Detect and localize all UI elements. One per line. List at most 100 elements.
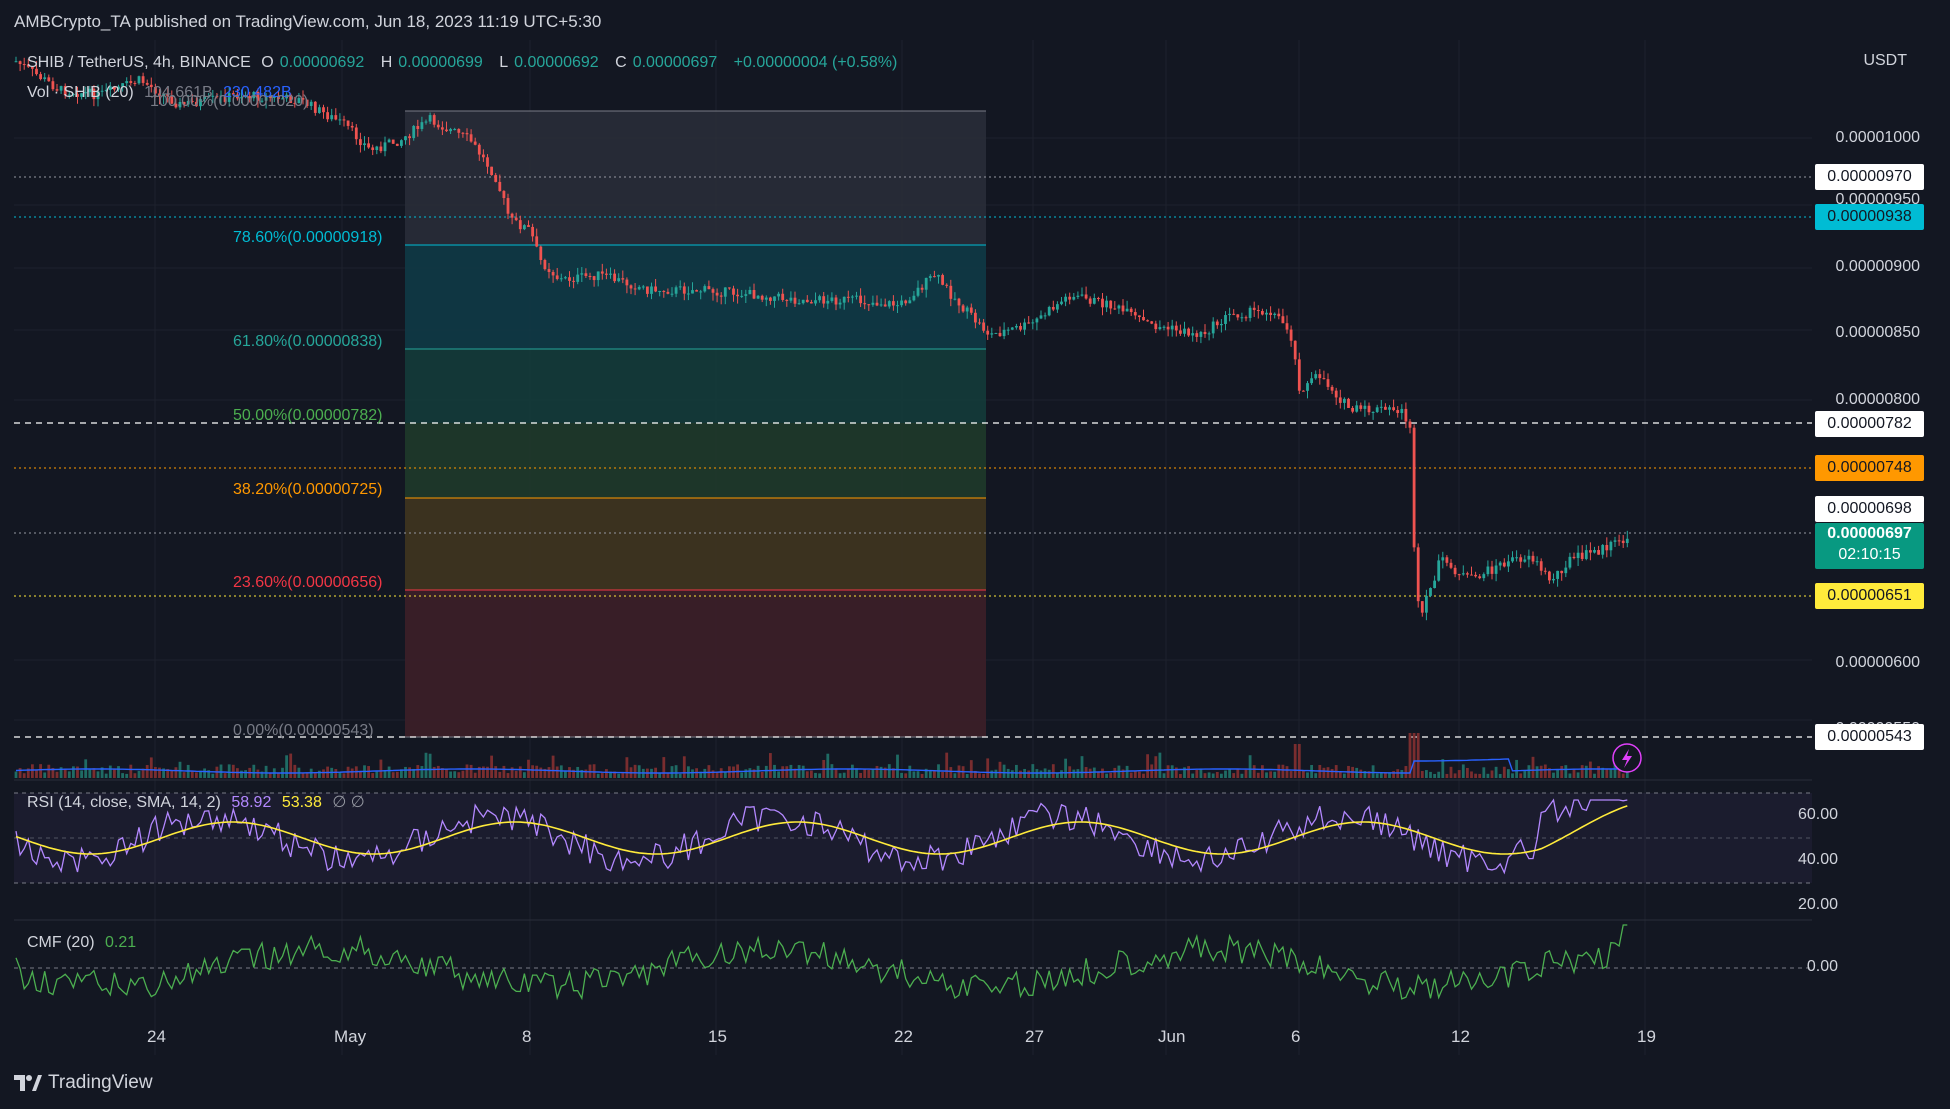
fib-zone-100-786 xyxy=(405,111,986,245)
volume-bar xyxy=(711,770,715,778)
volume-bar xyxy=(1322,767,1326,778)
volume-bar xyxy=(568,767,571,778)
volume-bar xyxy=(1047,769,1051,778)
volume-bar xyxy=(482,766,485,778)
symbol-legend[interactable]: SHIB / TetherUS, 4h, BINANCE O 0.00000692… xyxy=(27,54,903,72)
candle-body xyxy=(1010,327,1014,330)
candle-body xyxy=(428,115,432,122)
volume-bar xyxy=(785,766,789,778)
volume-bar xyxy=(1138,771,1141,778)
volume-bar xyxy=(576,766,580,778)
candle-body xyxy=(1051,306,1055,310)
candle-body xyxy=(1174,325,1178,331)
volume-bar xyxy=(1244,769,1248,778)
volume-bar xyxy=(531,765,534,778)
candle-body xyxy=(1548,571,1551,581)
candle-body xyxy=(871,302,875,305)
candle-body xyxy=(1285,323,1289,330)
volume-bar xyxy=(231,764,235,778)
volume-bar xyxy=(1584,765,1588,778)
volume-bar xyxy=(1609,768,1613,778)
fib-retracement[interactable] xyxy=(405,110,986,738)
price-axis-label: 0.00000850 xyxy=(1835,324,1920,341)
volume-bar xyxy=(1429,771,1432,778)
candle-body xyxy=(801,299,805,304)
volume-bar xyxy=(1105,773,1108,778)
candle-body xyxy=(650,286,653,294)
volume-bar xyxy=(195,772,198,778)
volume-bar xyxy=(1425,770,1428,778)
candle-body xyxy=(732,288,735,295)
volume-bar xyxy=(514,770,518,778)
volume-bar xyxy=(256,769,260,778)
volume-bar xyxy=(1162,773,1166,778)
candle-body xyxy=(674,287,678,294)
candle-body xyxy=(605,273,608,275)
volume-bar xyxy=(1285,766,1289,778)
volume-bar xyxy=(592,764,596,778)
candle-body xyxy=(1256,310,1260,312)
volume-bar xyxy=(1232,773,1236,778)
volume-bar xyxy=(797,765,801,778)
candle-body xyxy=(1265,312,1268,315)
volume-bar xyxy=(625,757,629,778)
volume-bar xyxy=(313,773,317,778)
change-value: +0.00000004 (+0.58%) xyxy=(733,54,898,71)
rsi-legend[interactable]: RSI (14, close, SMA, 14, 2) 58.92 53.38 … xyxy=(27,792,371,812)
price-tag: 0.00000698 xyxy=(1815,496,1924,522)
volume-bar xyxy=(1269,771,1272,778)
volume-bar xyxy=(88,769,92,778)
candle-body xyxy=(1359,405,1363,409)
candle-body xyxy=(773,296,776,301)
tradingview-logo[interactable]: TradingView xyxy=(14,1072,153,1094)
low-value: 0.00000692 xyxy=(514,54,599,71)
candle-body xyxy=(564,277,567,279)
volume-bar xyxy=(318,770,321,778)
candle-body xyxy=(1429,588,1432,596)
volume-bar xyxy=(1179,773,1182,778)
candle-body xyxy=(1170,325,1174,330)
candle-body xyxy=(1158,327,1162,330)
volume-bar xyxy=(1568,773,1572,778)
candle-body xyxy=(1273,313,1277,315)
candle-body xyxy=(1019,326,1022,330)
volume-bar xyxy=(1576,772,1580,778)
fib-label: 50.00%(0.00000782) xyxy=(233,407,383,424)
chart-canvas[interactable] xyxy=(0,0,1950,1109)
candle-body xyxy=(592,276,596,281)
candle-body xyxy=(420,122,424,129)
volume-bar xyxy=(1101,768,1104,778)
candle-body xyxy=(1466,573,1469,575)
candle-body xyxy=(1261,311,1264,315)
candle-body xyxy=(1244,317,1248,319)
candle-body xyxy=(711,289,715,293)
fib-zone-382-236 xyxy=(405,498,986,590)
volume-bar xyxy=(22,773,26,778)
volume-bar xyxy=(904,773,908,778)
volume-bar xyxy=(1523,771,1527,778)
candle-body xyxy=(125,81,129,84)
time-axis-label: 8 xyxy=(522,1027,532,1046)
volume-bar xyxy=(920,773,924,778)
volume-bar xyxy=(990,770,994,778)
time-axis-label: 24 xyxy=(147,1027,166,1046)
volume-bar xyxy=(1297,744,1301,778)
candle-body xyxy=(1199,331,1203,337)
fib-label: 78.60%(0.00000918) xyxy=(233,229,383,246)
candle-body xyxy=(1351,407,1354,412)
candle-body xyxy=(322,107,325,113)
candle-body xyxy=(785,299,789,301)
volume-bar xyxy=(1552,772,1555,778)
volume-bar xyxy=(559,765,563,778)
volume-bar xyxy=(1072,769,1076,778)
volume-bar xyxy=(1531,756,1535,778)
volume-bar xyxy=(1215,771,1219,778)
volume-bar xyxy=(773,764,776,778)
candle-body xyxy=(609,273,612,275)
high-label: H xyxy=(380,54,393,71)
cmf-legend[interactable]: CMF (20) 0.21 xyxy=(27,934,142,952)
candle-body xyxy=(1179,330,1182,334)
candle-body xyxy=(1129,308,1133,313)
candle-body xyxy=(330,115,334,120)
candle-body xyxy=(1593,550,1596,553)
